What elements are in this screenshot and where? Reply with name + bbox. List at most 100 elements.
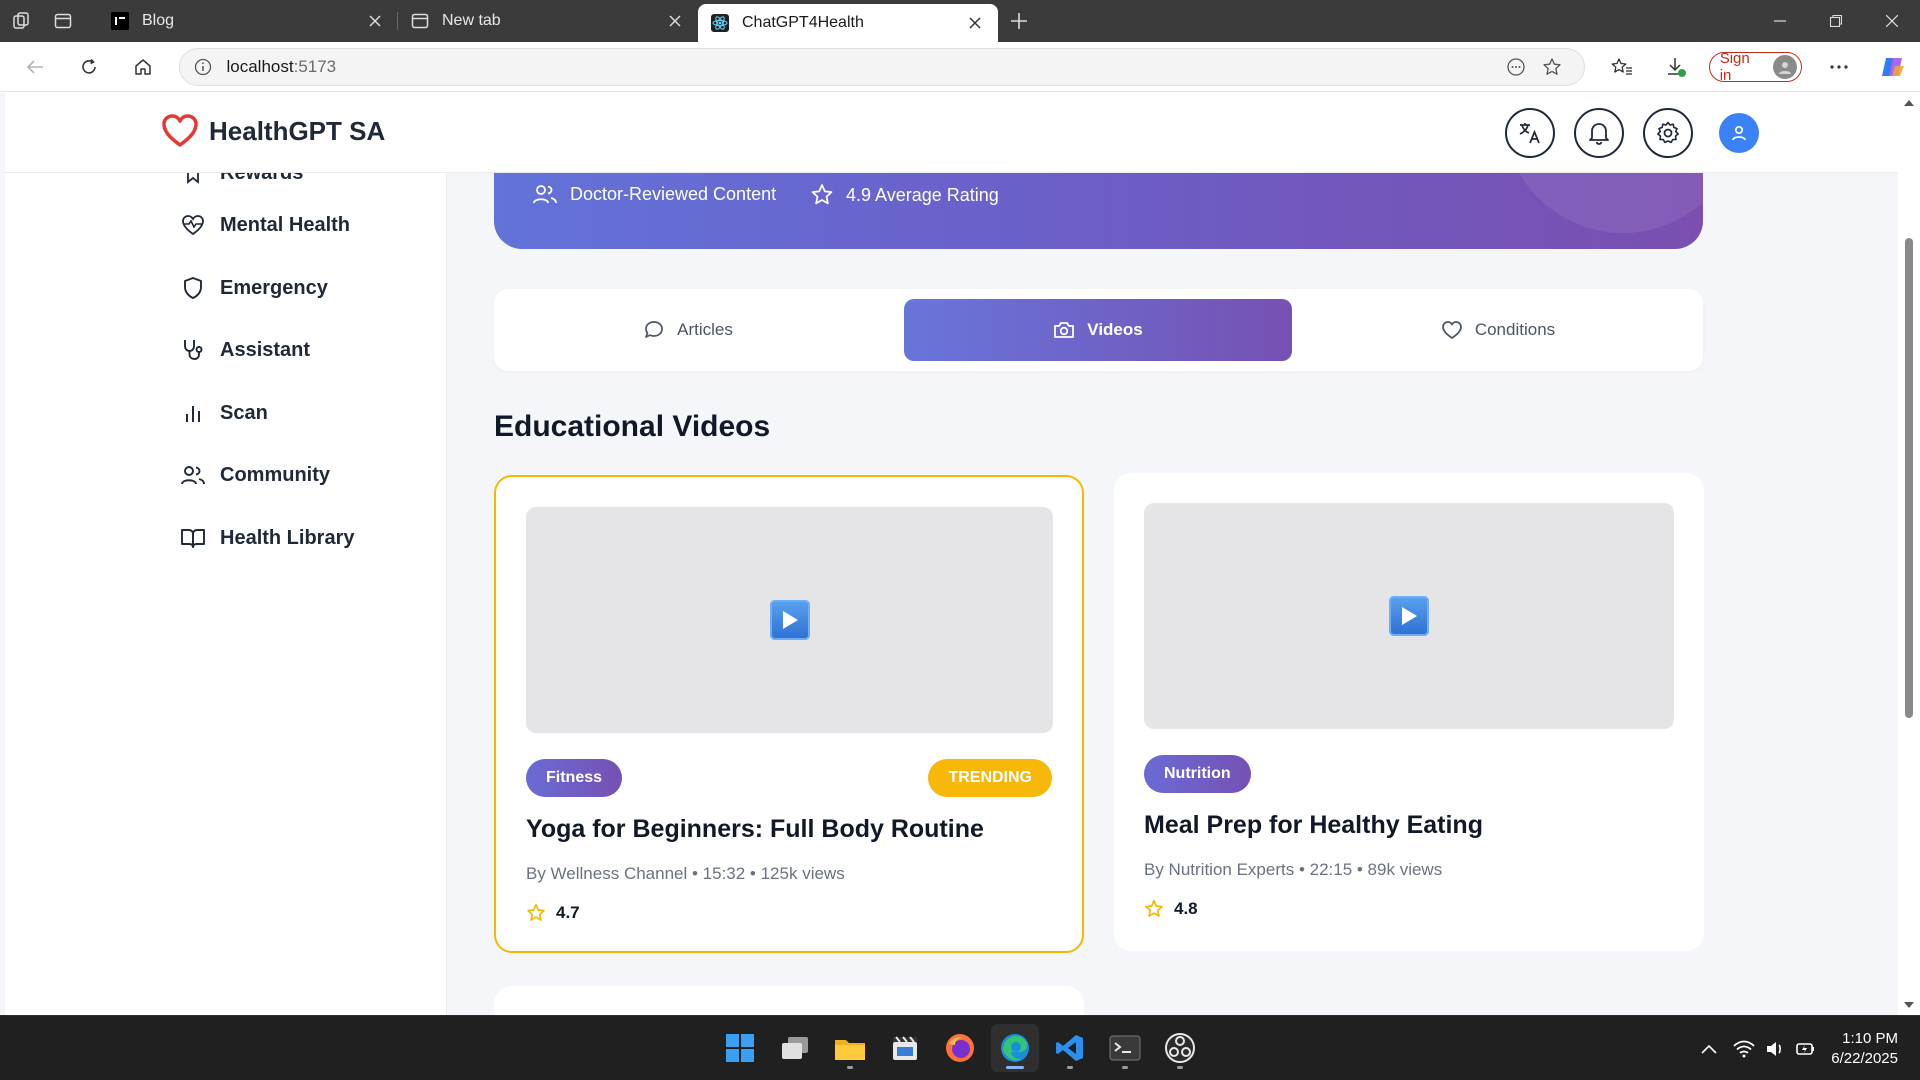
obs-icon[interactable] [1156,1024,1204,1072]
browser-tab-newtab[interactable]: New tab [398,0,698,42]
react-favicon [710,13,730,33]
edge-browser-icon[interactable] [991,1024,1039,1072]
favorite-star-icon[interactable] [1534,49,1570,85]
tab-videos[interactable]: Videos [904,299,1292,361]
volume-icon[interactable] [1765,1040,1785,1058]
scroll-down-icon[interactable] [1904,1001,1914,1009]
book-icon [180,525,206,551]
system-tray: 1:10 PM 6/22/2025 [1701,1016,1920,1080]
vscode-icon[interactable] [1046,1024,1094,1072]
sidebar-item-scan[interactable]: Scan [180,393,268,433]
task-view-icon[interactable] [771,1024,819,1072]
windows-start-icon[interactable] [716,1024,764,1072]
browser-tab-strip: Blog New tab ChatGPT4Health [0,0,1920,42]
running-indicator [847,1066,853,1069]
restore-icon[interactable] [1808,0,1864,42]
back-arrow-icon[interactable] [8,42,62,92]
sidebar-item-mental-health[interactable]: Mental Health [180,205,350,245]
play-icon[interactable] [769,600,810,640]
downloads-icon[interactable] [1649,42,1703,92]
video-meta: By Wellness Channel • 15:32 • 125k views [526,864,845,883]
clock[interactable]: 1:10 PM 6/22/2025 [1831,1029,1898,1069]
new-tab-button[interactable] [998,0,1040,42]
video-rating: 4.8 [1144,899,1198,919]
terminal-icon[interactable] [1101,1024,1149,1072]
video-title[interactable]: Meal Prep for Healthy Eating [1144,811,1483,840]
sidebar-item-assistant[interactable]: Assistant [180,330,310,370]
scrollbar-thumb[interactable] [1905,238,1913,718]
close-tab-icon[interactable] [664,10,686,32]
sidebar-item-health-library[interactable]: Health Library [180,518,354,558]
sign-in-button[interactable]: Sign in [1708,49,1803,84]
sidebar-item-label: Health Library [220,526,355,549]
address-bar[interactable]: localhost:5173 [179,47,1586,86]
video-card-partial[interactable] [494,986,1084,1015]
stethoscope-icon [180,337,206,363]
minimize-icon[interactable] [1752,0,1808,42]
newtab-favicon [410,11,430,31]
sidebar-item-label: Community [220,463,330,486]
clock-time: 1:10 PM [1842,1029,1898,1047]
blog-favicon [110,11,130,31]
video-card[interactable]: Nutrition Meal Prep for Healthy Eating B… [1114,473,1704,951]
copilot-icon[interactable] [1866,42,1920,92]
hero-stat-rating: 4.9 Average Rating [810,183,999,207]
page-scrollbar[interactable] [1898,93,1920,1015]
url-port: :5173 [293,56,337,76]
sidebar-item-label: Mental Health [220,213,351,236]
home-icon[interactable] [116,42,170,92]
sidebar-item-emergency[interactable]: Emergency [180,268,328,308]
tab-articles[interactable]: Articles [494,299,882,361]
content-tabs: Articles Videos Conditions [494,289,1703,371]
close-window-icon[interactable] [1864,0,1920,42]
sign-in-label: Sign in [1719,49,1750,84]
running-indicator [1006,1066,1024,1069]
url-text[interactable]: localhost:5173 [226,57,1498,77]
video-title[interactable]: Yoga for Beginners: Full Body Routine [526,815,984,844]
shield-icon [180,275,206,301]
tab-label: Conditions [1474,320,1556,339]
file-explorer-icon[interactable] [826,1024,874,1072]
clapper-app-icon[interactable] [881,1024,929,1072]
notifications-button[interactable] [1574,108,1624,158]
read-aloud-icon[interactable] [1498,49,1534,85]
sidebar-item-label: Emergency [220,276,328,299]
browser-toolbar: localhost:5173 Sign in [0,42,1920,92]
browser-tab-chatgpt4health[interactable]: ChatGPT4Health [698,4,998,42]
brand[interactable]: HealthGPT SA [161,113,385,149]
battery-icon[interactable] [1795,1040,1817,1058]
video-thumbnail[interactable] [526,507,1053,733]
reload-icon[interactable] [62,42,116,92]
category-badge: Fitness [526,759,623,797]
favorites-icon[interactable] [1595,42,1649,92]
sidebar-item-community[interactable]: Community [180,455,330,495]
sidebar: Rewards Mental Health Emergency Assistan… [5,162,447,1015]
browser-tab-blog[interactable]: Blog [98,0,398,42]
more-options-icon[interactable] [1812,42,1866,92]
close-tab-icon[interactable] [364,10,386,32]
close-tab-icon[interactable] [964,12,986,34]
tab-title: ChatGPT4Health [742,14,864,31]
workspaces-icon[interactable] [0,0,42,42]
category-badge: Nutrition [1144,755,1251,793]
play-icon[interactable] [1389,596,1429,636]
tab-label: Videos [1087,320,1143,339]
star-icon [810,183,834,207]
message-icon [643,319,665,341]
firefox-icon[interactable] [936,1024,984,1072]
profile-button[interactable] [1719,113,1759,153]
video-thumbnail[interactable] [1144,503,1674,729]
chevron-up-icon[interactable] [1701,1044,1717,1054]
tab-conditions[interactable]: Conditions [1304,299,1692,361]
translate-button[interactable] [1505,108,1555,158]
vertical-tabs-icon[interactable] [42,0,84,42]
trending-badge: TRENDING [928,759,1052,797]
video-card[interactable]: Fitness TRENDING Yoga for Beginners: Ful… [494,475,1084,953]
scroll-up-icon[interactable] [1904,99,1914,107]
wifi-icon[interactable] [1733,1040,1755,1058]
user-icon [1730,124,1748,142]
site-info-icon[interactable] [194,58,212,76]
bell-icon [1587,120,1611,146]
clock-date: 6/22/2025 [1831,1049,1898,1067]
settings-button[interactable] [1643,108,1693,158]
